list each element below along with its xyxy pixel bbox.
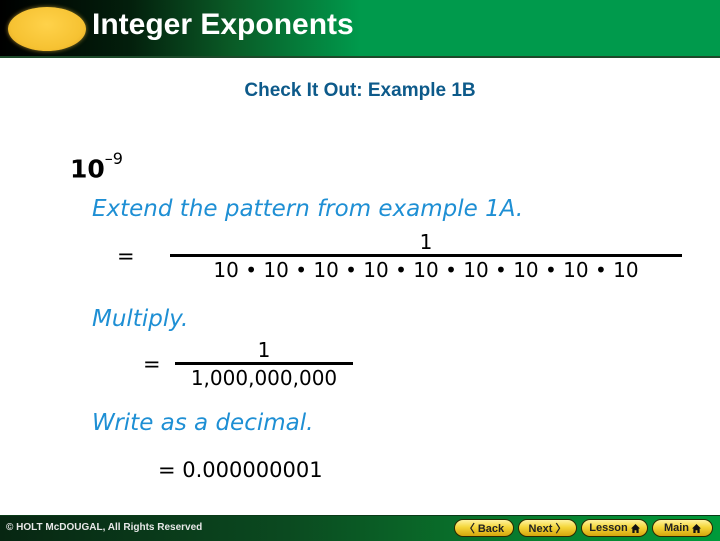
header-bar: Integer Exponents	[0, 0, 720, 58]
step-2-numerator: 1	[257, 338, 271, 362]
step-2-denominator: 1,000,000,000	[190, 366, 338, 390]
lesson-label: Lesson	[589, 522, 628, 534]
home-icon	[630, 523, 640, 533]
step-2-label: Multiply.	[92, 306, 189, 332]
step-1-fraction: 1 10 • 10 • 10 • 10 • 10 • 10 • 10 • 10 …	[170, 230, 682, 283]
step-3-label: Write as a decimal.	[92, 410, 314, 436]
logo-circle	[8, 7, 86, 51]
step-2-equals: =	[143, 352, 161, 376]
step-3-result: = 0.000000001	[158, 458, 323, 482]
back-button[interactable]: 〈 Back	[454, 519, 514, 537]
page-title: Integer Exponents	[92, 8, 354, 41]
expression-base: 10	[70, 154, 105, 184]
lesson-button[interactable]: Lesson	[581, 519, 648, 537]
main-button[interactable]: Main	[652, 519, 713, 537]
step-1-equals: =	[117, 244, 135, 268]
back-label: 〈 Back	[463, 523, 505, 535]
home-icon	[692, 523, 702, 533]
step-1-denominator: 10 • 10 • 10 • 10 • 10 • 10 • 10 • 10 • …	[213, 258, 639, 282]
main-label: Main	[663, 522, 690, 534]
copyright-text: © HOLT McDOUGAL, All Rights Reserved	[6, 522, 203, 533]
expression: 10–9	[70, 149, 123, 184]
example-subtitle: Check It Out: Example 1B	[244, 80, 476, 101]
next-label: Next 〉	[528, 523, 567, 535]
footer-bar: © HOLT McDOUGAL, All Rights Reserved 〈 B…	[0, 515, 720, 541]
expression-exponent: –9	[104, 149, 123, 168]
step-1-numerator: 1	[419, 230, 433, 254]
next-button[interactable]: Next 〉	[518, 519, 577, 537]
step-1-label: Extend the pattern from example 1A.	[92, 196, 524, 222]
step-2-fraction: 1 1,000,000,000	[175, 338, 353, 391]
